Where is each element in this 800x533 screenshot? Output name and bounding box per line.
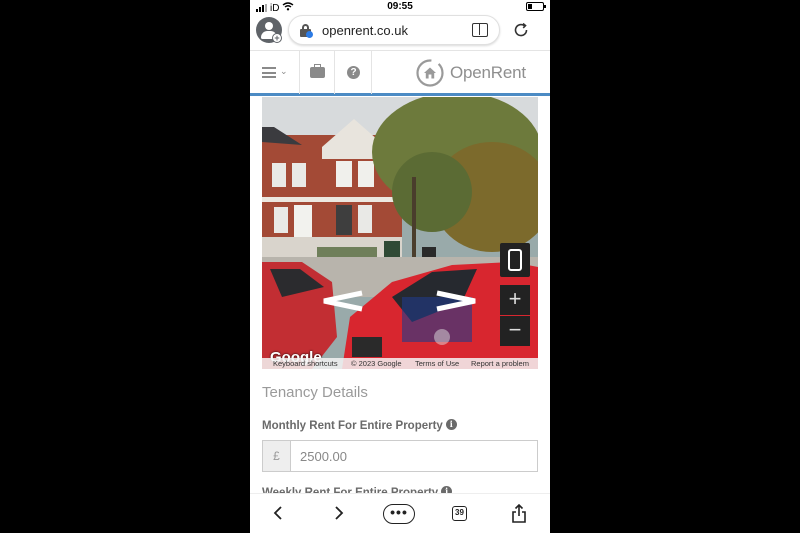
terms-link[interactable]: Terms of Use — [415, 359, 459, 368]
phone-icon — [508, 249, 522, 271]
phone-screen: iD 09:55 + openrent.co.uk ⌄ ? OpenRent +… — [250, 0, 550, 533]
forward-button[interactable] — [333, 504, 347, 526]
briefcase-icon — [310, 64, 325, 78]
tab-switcher-button[interactable]: 39 — [452, 506, 467, 521]
street-view-footer: Keyboard shortcuts © 2023 Google Terms o… — [262, 358, 538, 369]
monthly-rent-label-text: Monthly Rent For Entire Property — [262, 420, 443, 432]
url-text[interactable]: openrent.co.uk — [322, 23, 408, 38]
share-button[interactable] — [511, 503, 527, 526]
browser-address-bar: + openrent.co.uk — [250, 14, 550, 50]
logo-house-icon — [416, 59, 444, 87]
chevron-left-icon — [273, 506, 282, 520]
question-icon: ? — [347, 66, 360, 79]
menu-button[interactable]: ⌄ — [250, 51, 300, 94]
monthly-rent-input[interactable] — [292, 441, 537, 471]
site-security-icon[interactable] — [300, 24, 313, 38]
share-icon — [512, 503, 526, 523]
report-problem-link[interactable]: Report a problem — [471, 359, 529, 368]
logo-text: OpenRent — [450, 63, 526, 82]
clock: 09:55 — [387, 1, 413, 12]
info-icon[interactable]: i — [445, 419, 457, 430]
dashboard-button[interactable] — [300, 51, 335, 94]
reload-icon[interactable] — [512, 21, 530, 39]
browser-toolbar: ••• 39 — [250, 493, 550, 533]
monthly-rent-input-group: £ — [262, 440, 538, 472]
battery-icon — [526, 2, 546, 11]
help-button[interactable]: ? — [335, 51, 372, 94]
rotate-device-button[interactable] — [500, 243, 530, 277]
zoom-out-button[interactable]: − — [500, 316, 530, 346]
chevron-down-icon: ⌄ — [280, 66, 288, 76]
url-field[interactable]: openrent.co.uk — [288, 15, 500, 45]
back-button[interactable] — [272, 504, 286, 526]
openrent-logo[interactable]: OpenRent — [416, 58, 542, 88]
section-heading: Tenancy Details — [262, 384, 368, 401]
status-bar: iD 09:55 — [250, 0, 550, 14]
site-header: ⌄ ? OpenRent — [250, 50, 550, 96]
more-menu-button[interactable]: ••• — [383, 504, 415, 524]
monthly-rent-label: Monthly Rent For Entire Property i — [262, 419, 457, 432]
keyboard-shortcuts-link[interactable]: Keyboard shortcuts — [273, 359, 338, 368]
zoom-in-button[interactable]: + — [500, 285, 530, 315]
copyright-text: © 2023 Google — [351, 359, 402, 368]
hamburger-icon — [262, 67, 276, 78]
street-view-panorama[interactable]: + − Google Keyboard shortcuts © 2023 Goo… — [262, 97, 538, 369]
currency-addon: £ — [263, 441, 291, 471]
reader-mode-icon[interactable] — [472, 23, 488, 37]
chevron-right-icon — [335, 506, 344, 520]
street-view-image[interactable] — [262, 97, 538, 369]
profile-icon[interactable]: + — [256, 17, 282, 43]
